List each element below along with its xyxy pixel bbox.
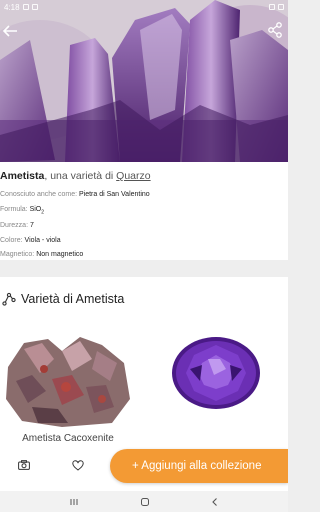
property-hardness: Durezza: 7: [0, 219, 288, 234]
status-bar: 4:18: [0, 0, 288, 14]
varieties-section: Varietà di Ametista Ametista Cacoxenite: [0, 277, 288, 451]
hero-image: 4:18: [0, 0, 288, 162]
battery-icon: [278, 4, 284, 10]
home-button[interactable]: [138, 495, 152, 509]
property-key: Conosciuto anche come:: [0, 191, 78, 198]
varieties-list: Ametista Cacoxenite: [0, 329, 288, 451]
property-key: Colore:: [0, 236, 23, 244]
property-key: Durezza:: [0, 222, 29, 230]
property-value: Non magnetico: [36, 251, 84, 259]
nav-back-button[interactable]: [208, 495, 222, 509]
add-to-collection-button[interactable]: + Aggiungi alla collezione: [110, 449, 288, 483]
variety-card[interactable]: [150, 329, 282, 451]
app-root: 4:18 Ametista, una varietà di Quarzo Con…: [0, 0, 288, 512]
property-value: SiO2: [29, 205, 45, 215]
notification-icon: [31, 4, 38, 10]
recents-button[interactable]: [67, 495, 81, 509]
camera-button[interactable]: [16, 457, 32, 473]
property-alias: Conosciuto anche come: Pietra di San Val…: [0, 188, 288, 203]
system-nav-bar: [0, 491, 288, 512]
property-value: Viola - viola: [24, 236, 61, 244]
variety-image: [150, 329, 282, 433]
share-icon: [268, 22, 282, 38]
mineral-subtitle: , una varietà di: [44, 170, 114, 182]
amethyst-crystal-image: [0, 0, 288, 162]
notification-icon: [22, 4, 29, 10]
property-key: Formula:: [0, 205, 28, 213]
mineral-info-card: Ametista, una varietà di Quarzo Conosciu…: [0, 162, 288, 260]
property-magnetic: Magnetico: Non magnetico: [0, 248, 288, 263]
property-formula: Formula: SiO2: [0, 203, 288, 220]
formula-base: SiO: [29, 205, 42, 213]
back-button[interactable]: [0, 22, 20, 40]
recents-icon: [70, 499, 78, 505]
camera-icon: [18, 460, 30, 470]
varieties-icon: [2, 292, 16, 306]
arrow-left-icon: [2, 25, 17, 37]
parent-mineral-link[interactable]: Quarzo: [116, 170, 150, 182]
chevron-left-icon: [212, 498, 217, 506]
varieties-header: Varietà di Ametista: [2, 292, 124, 306]
mineral-name: Ametista: [0, 170, 45, 182]
bottom-action-bar: + Aggiungi alla collezione: [0, 441, 288, 491]
variety-card[interactable]: Ametista Cacoxenite: [2, 329, 134, 451]
formula-subscript: 2: [41, 208, 45, 215]
wifi-icon: [269, 4, 275, 10]
status-time: 4:18: [4, 2, 20, 12]
heart-icon: [72, 459, 84, 471]
property-key: Magnetico:: [0, 251, 35, 259]
variety-image: [2, 329, 134, 433]
home-icon: [141, 498, 149, 506]
property-color: Colore: Viola - viola: [0, 234, 288, 249]
property-value: 7: [29, 222, 34, 230]
varieties-title: Varietà di Ametista: [21, 292, 125, 306]
property-value: Pietra di San Valentino: [79, 191, 150, 198]
share-button[interactable]: [268, 22, 286, 40]
mineral-title: Ametista, una varietà di Quarzo: [0, 170, 288, 182]
favorite-button[interactable]: [70, 457, 86, 473]
